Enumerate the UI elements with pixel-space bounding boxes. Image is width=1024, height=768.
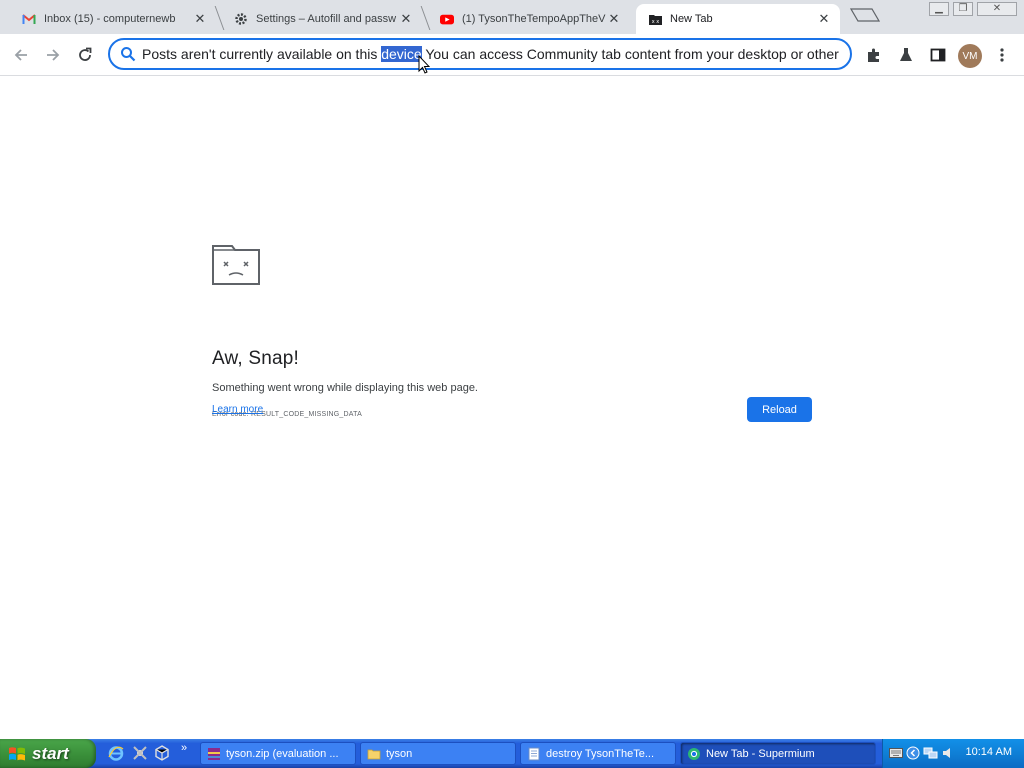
gear-icon (234, 12, 248, 26)
start-button[interactable]: start (0, 739, 96, 768)
clock[interactable]: 10:14 AM (966, 746, 1012, 758)
volume-icon[interactable] (941, 746, 955, 760)
tab-title: (1) TysonTheTempoAppTheV (462, 13, 606, 25)
gmail-icon (22, 12, 36, 26)
crashed-tab-icon: x x (648, 12, 662, 26)
quicklaunch-overflow-icon[interactable]: » (181, 742, 187, 754)
reload-toolbar-button[interactable] (73, 43, 97, 67)
error-page: Aw, Snap! Something went wrong while dis… (212, 245, 812, 418)
tab-gmail[interactable]: Inbox (15) - computernewb ✕ (10, 4, 225, 34)
taskbar-item-label: tyson (386, 747, 413, 760)
flask-icon (900, 48, 912, 61)
address-bar[interactable] (108, 38, 852, 70)
side-panel-button[interactable] (926, 43, 950, 67)
network-icon[interactable] (923, 746, 939, 760)
error-title: Aw, Snap! (212, 348, 300, 369)
notepad-icon (528, 747, 540, 760)
taskbar-item-notepad[interactable]: destroy TysonTheTe... (520, 742, 676, 765)
start-label: start (32, 743, 69, 763)
browser-toolbar (0, 34, 1024, 76)
reload-button[interactable]: Reload (747, 397, 812, 422)
learn-more-link[interactable]: Learn more (212, 404, 263, 415)
supermium-icon (688, 747, 700, 760)
taskbar-item-label: tyson.zip (evaluation ... (226, 747, 339, 760)
puzzle-icon (868, 48, 879, 62)
tab-title: New Tab (670, 13, 713, 25)
search-icon (121, 47, 136, 62)
side-panel-icon (930, 48, 946, 62)
close-tab-icon[interactable]: ✕ (398, 11, 414, 27)
labs-button[interactable] (894, 43, 918, 67)
winrar-icon (208, 747, 220, 760)
forward-button[interactable] (41, 43, 65, 67)
error-code: Error code: RESULT_CODE_MISSING_DATA (212, 411, 362, 418)
minimize-button[interactable]: ▁ (929, 2, 949, 16)
folder-icon (367, 749, 381, 759)
arrow-right-icon (47, 49, 60, 61)
close-window-button[interactable]: ✕ (977, 2, 1017, 16)
more-vert-icon (1000, 48, 1004, 62)
omnibox-input[interactable] (142, 46, 850, 62)
tab-youtube[interactable]: (1) TysonTheTempoAppTheV ✕ (428, 4, 630, 34)
taskbar: start » tyson.zip (evaluation ... tyson … (0, 739, 1024, 768)
taskbar-item-winrar[interactable]: tyson.zip (evaluation ... (200, 742, 356, 765)
error-message: Something went wrong while displaying th… (212, 382, 478, 394)
mouse-cursor-icon (418, 55, 430, 74)
3d-box-icon[interactable] (154, 745, 170, 761)
new-tab-button[interactable] (849, 8, 881, 24)
sad-folder-icon (212, 245, 260, 285)
profile-avatar[interactable]: VM (958, 44, 982, 68)
close-tab-icon[interactable]: ✕ (192, 11, 208, 27)
tray-collapse-icon[interactable] (906, 746, 920, 760)
close-tab-icon[interactable]: ✕ (606, 11, 622, 27)
system-tray: 10:14 AM (882, 739, 1024, 768)
refresh-icon (79, 47, 92, 61)
close-tab-icon[interactable]: ✕ (816, 11, 832, 27)
extensions-button[interactable] (862, 43, 886, 67)
tab-strip: Inbox (15) - computernewb ✕ Settings – A… (0, 0, 1024, 34)
keyboard-icon[interactable] (889, 747, 903, 759)
arrow-left-icon (14, 49, 27, 61)
windows-logo-icon (9, 746, 25, 760)
tab-title: Settings – Autofill and passw (256, 13, 397, 25)
taskbar-item-folder[interactable]: tyson (360, 742, 516, 765)
back-button[interactable] (9, 43, 33, 67)
taskbar-item-supermium[interactable]: New Tab - Supermium (680, 742, 876, 765)
restore-button[interactable]: ❐ (953, 2, 973, 16)
tab-settings[interactable]: Settings – Autofill and passw ✕ (222, 4, 431, 34)
youtube-icon (440, 12, 454, 26)
taskbar-item-label: New Tab - Supermium (706, 747, 815, 760)
tab-title: Inbox (15) - computernewb (44, 13, 176, 25)
menu-button[interactable] (990, 43, 1014, 67)
taskbar-item-label: destroy TysonTheTe... (546, 747, 655, 760)
internet-explorer-icon[interactable] (108, 745, 124, 761)
tab-new-tab[interactable]: x x New Tab ✕ (636, 4, 840, 34)
network-tool-icon[interactable] (132, 745, 148, 761)
svg-text:x x: x x (651, 19, 659, 25)
